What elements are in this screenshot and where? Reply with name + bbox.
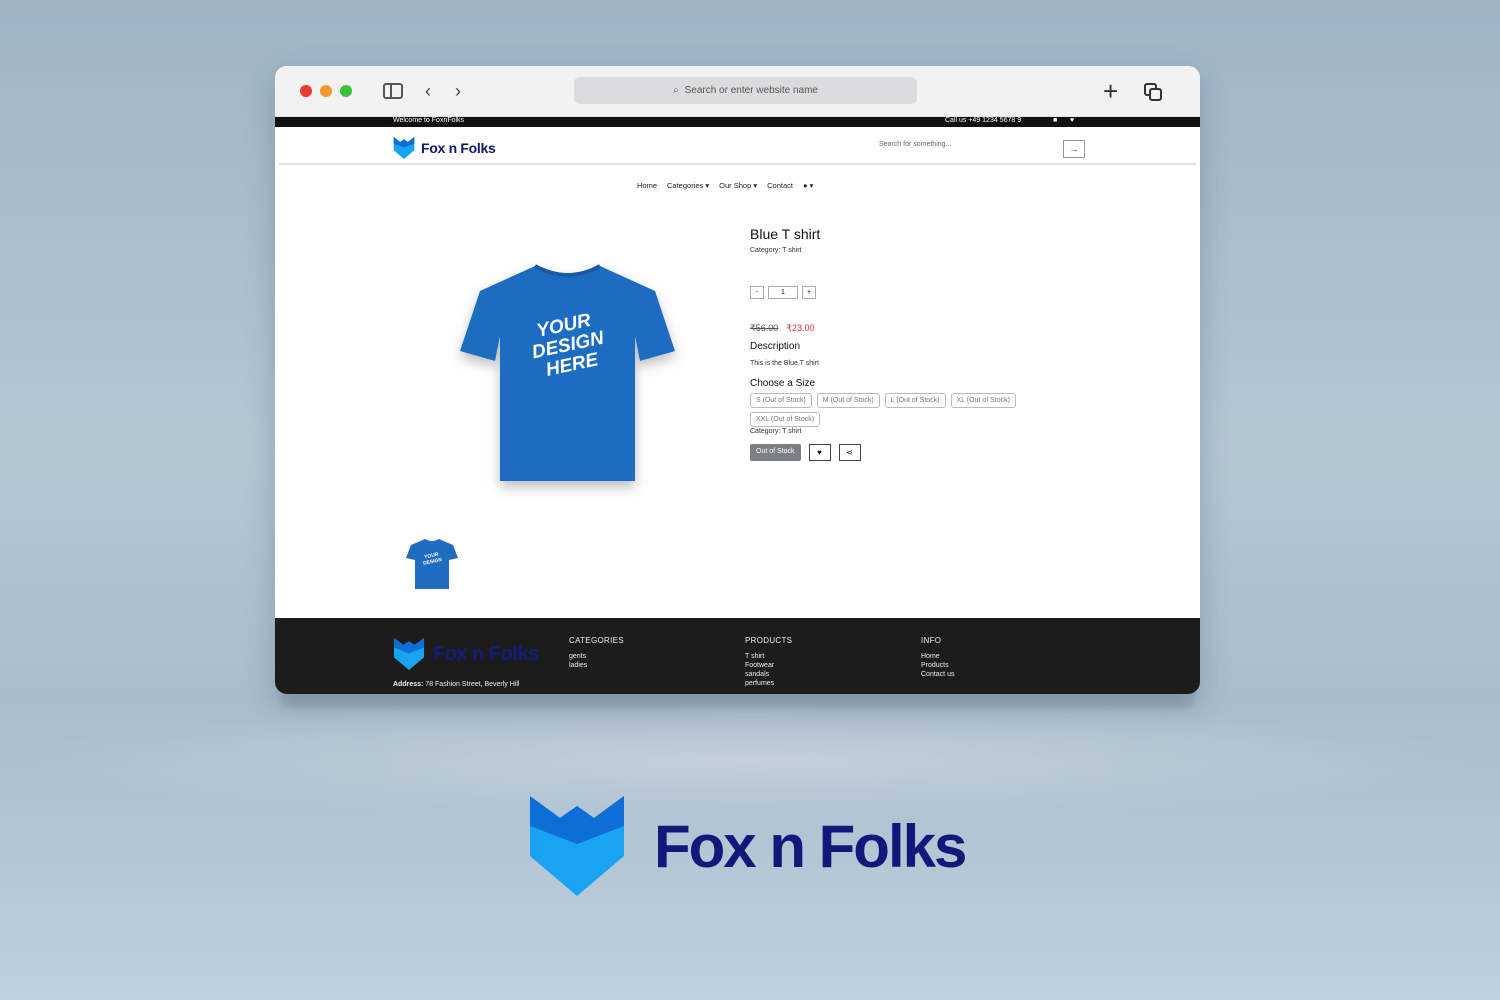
sidebar-toggle-icon[interactable]	[383, 83, 403, 99]
bookmark-icon[interactable]: ■	[1053, 117, 1057, 125]
footer-categories: CATEGORIES gents ladies	[569, 636, 624, 671]
quantity-decrease-button[interactable]: -	[750, 286, 764, 299]
description-text: This is the Blue T shirt	[750, 360, 819, 367]
brand-name-large: Fox n Folks	[654, 812, 967, 880]
heart-icon[interactable]: ♥	[1070, 117, 1074, 125]
size-option-xxl[interactable]: XXL (Out of Stock)	[750, 412, 821, 427]
footer-link[interactable]: Contact us	[921, 671, 954, 678]
size-heading: Choose a Size	[750, 378, 816, 389]
sale-price: ₹23.00	[786, 323, 815, 333]
search-icon: ⌕	[672, 85, 679, 96]
footer-link[interactable]: gents	[569, 653, 624, 660]
close-window-button[interactable]	[300, 85, 312, 97]
footer-link[interactable]: Products	[921, 662, 954, 669]
wishlist-heart-icon[interactable]: ♥	[808, 444, 831, 461]
menu-categories[interactable]: Categories ▾	[667, 181, 709, 190]
brand-logo-large: Fox n Folks	[530, 795, 967, 897]
footer-link[interactable]: sandals	[745, 671, 792, 678]
footer-link[interactable]: Footwear	[745, 662, 792, 669]
browser-toolbar: ‹ › ⌕ Search or enter website name +	[275, 66, 1200, 117]
footer-link[interactable]: ladies	[569, 662, 624, 669]
footer-brand-name: Fox n Folks	[433, 642, 539, 665]
quantity-input[interactable]: 1	[768, 286, 798, 299]
footer-products-heading: PRODUCTS	[745, 636, 793, 645]
footer-link[interactable]: perfumes	[745, 680, 792, 687]
back-icon[interactable]: ‹	[425, 82, 441, 100]
site-topbar: Welcome to FoxnFolks Call us +49 1234 56…	[275, 117, 1200, 127]
footer-link[interactable]: Home	[921, 653, 954, 660]
description-heading: Description	[750, 341, 801, 352]
size-option-xl[interactable]: XL (Out of Stock)	[950, 393, 1016, 408]
product-actions: Out of Stock ♥ ⋖	[750, 444, 861, 461]
menu-home[interactable]: Home	[637, 181, 657, 190]
call-us-text[interactable]: Call us +49 1234 5678 9	[945, 117, 1021, 125]
footer-logo[interactable]: Fox n Folks	[393, 638, 539, 670]
fox-logo-icon	[393, 638, 425, 670]
price-block: ₹56.00 ₹23.00	[750, 323, 815, 334]
address-bar[interactable]: ⌕ Search or enter website name	[574, 77, 917, 104]
search-submit-button[interactable]: →	[1063, 140, 1085, 158]
footer-link[interactable]: T shirt	[745, 653, 792, 660]
footer-info: INFO Home Products Contact us	[921, 636, 954, 680]
product-thumbnail[interactable]: YOUR DESIGN	[403, 534, 461, 592]
site-logo[interactable]: Fox n Folks	[393, 137, 496, 159]
product-image[interactable]: YOUR DESIGN HERE	[440, 236, 695, 506]
quantity-stepper: - 1 +	[750, 286, 816, 299]
product-info: Blue T shirt Category: T shirt - 1 + ₹56…	[750, 226, 1090, 461]
product-title: Blue T shirt	[750, 226, 821, 242]
footer-info-heading: INFO	[921, 636, 942, 645]
menu-contact[interactable]: Contact	[767, 181, 793, 190]
welcome-text: Welcome to FoxnFolks	[393, 117, 465, 124]
tabs-overview-icon[interactable]	[1144, 83, 1162, 101]
quantity-increase-button[interactable]: +	[802, 286, 816, 299]
site-search-input[interactable]: Search for something...	[879, 141, 951, 148]
footer-products: PRODUCTS T shirt Footwear sandals perfum…	[745, 636, 792, 689]
site-footer: Fox n Folks Address: 78 Fashion Street, …	[275, 618, 1200, 694]
menu-our-shop[interactable]: Our Shop ▾	[719, 181, 757, 190]
main-menu: Home Categories ▾ Our Shop ▾ Contact ● ▾	[637, 181, 813, 190]
fox-logo-icon	[393, 137, 415, 159]
size-options: S (Out of Stock) M (Out of Stock) L (Out…	[750, 393, 1070, 427]
forward-icon[interactable]: ›	[455, 82, 471, 100]
size-option-l[interactable]: L (Out of Stock)	[884, 393, 946, 408]
site-header: Fox n Folks Search for something... →	[279, 127, 1196, 165]
footer-address: Address: 78 Fashion Street, Beverly Hill	[393, 681, 520, 688]
browser-window: ‹ › ⌕ Search or enter website name + Wel…	[275, 66, 1200, 694]
fox-logo-icon	[530, 796, 624, 896]
out-of-stock-button[interactable]: Out of Stock	[750, 444, 801, 461]
old-price: ₹56.00	[750, 323, 779, 333]
size-option-m[interactable]: M (Out of Stock)	[816, 393, 880, 408]
product-category: Category: T shirt	[750, 247, 802, 254]
site-brand-name: Fox n Folks	[421, 140, 496, 156]
new-tab-icon[interactable]: +	[1103, 78, 1118, 104]
product-category-secondary: Category: T shirt	[750, 428, 802, 435]
footer-categories-heading: CATEGORIES	[569, 636, 624, 645]
maximize-window-button[interactable]	[340, 85, 352, 97]
share-icon[interactable]: ⋖	[838, 444, 861, 461]
window-controls	[300, 85, 352, 97]
address-placeholder: Search or enter website name	[684, 85, 818, 96]
size-option-s[interactable]: S (Out of Stock)	[750, 393, 812, 408]
user-menu-icon[interactable]: ● ▾	[803, 181, 813, 190]
minimize-window-button[interactable]	[320, 85, 332, 97]
